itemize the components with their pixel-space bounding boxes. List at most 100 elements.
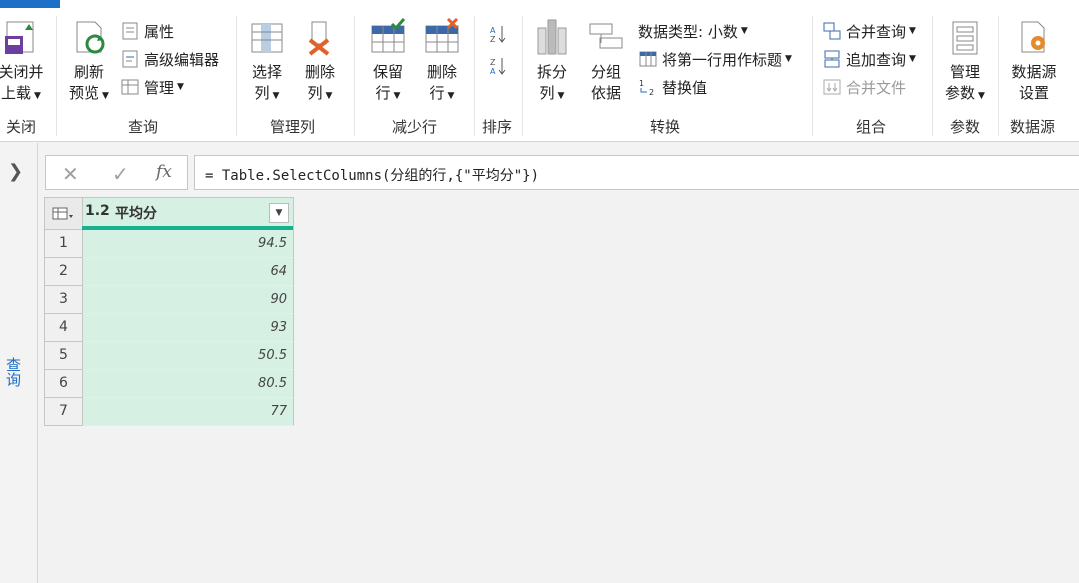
row-number[interactable]: 5 (44, 342, 83, 370)
split-column-label-1: 拆分 (536, 63, 567, 81)
manage-label: 管理 (144, 78, 175, 97)
row-number[interactable]: 2 (44, 258, 83, 286)
choose-columns-label-1: 选择 (251, 63, 282, 81)
append-queries-button[interactable]: 追加查询 ▼ (822, 47, 916, 71)
remove-rows-button[interactable]: 删除 行 ▼ (418, 18, 466, 107)
append-queries-icon (824, 50, 840, 68)
split-column-icon (537, 19, 567, 55)
group-label-reduce-rows: 减少行 (392, 118, 438, 136)
replace-values-button[interactable]: 12 替换值 (638, 75, 707, 99)
append-queries-label: 追加查询 (846, 50, 907, 69)
properties-icon (122, 22, 138, 40)
ribbon-tab-strip (0, 0, 1079, 8)
table-cell[interactable]: 80.5 (83, 370, 294, 398)
table-cell[interactable]: 93 (83, 314, 294, 342)
close-icon[interactable]: ✕ (62, 162, 79, 186)
table-cell[interactable]: 94.5 (83, 230, 294, 258)
keep-rows-icon (371, 18, 406, 53)
group-label-parameters: 参数 (950, 118, 981, 136)
column-type-label[interactable]: 1.2 (85, 203, 110, 219)
table-cell[interactable]: 64 (83, 258, 294, 286)
remove-columns-button[interactable]: 删除 列 ▼ (298, 18, 342, 107)
merge-queries-button[interactable]: 合并查询 ▼ (822, 19, 916, 43)
table-icon (121, 79, 139, 95)
chevron-right-icon[interactable]: ❯ (8, 161, 23, 182)
advanced-editor-label: 高级编辑器 (144, 50, 220, 69)
row-number[interactable]: 7 (44, 398, 83, 426)
split-column-button[interactable]: 拆分 列 ▼ (530, 18, 574, 107)
check-icon[interactable]: ✓ (112, 162, 129, 186)
tab-home[interactable] (0, 0, 60, 8)
data-source-label-1: 数据源 (1011, 63, 1057, 81)
ribbon: 关闭并 上载 ▼ 刷新 预览 ▼ 属性 高级编辑器 管理 ▼ 选择 列 ▼ 删除… (0, 8, 1079, 142)
keep-rows-button[interactable]: 保留 行 ▼ (364, 18, 412, 107)
sort-ascending-button[interactable]: AZ (488, 22, 512, 46)
close-load-icon (5, 21, 34, 54)
parameters-icon (952, 21, 978, 55)
fx-icon[interactable]: fx (156, 162, 172, 182)
table-cell[interactable]: 50.5 (83, 342, 294, 370)
group-separator (354, 16, 355, 136)
svg-text:Z: Z (490, 35, 496, 44)
advanced-editor-button[interactable]: 高级编辑器 (120, 47, 219, 71)
sort-descending-button[interactable]: ZA (488, 54, 512, 78)
group-separator (998, 16, 999, 136)
group-by-icon (589, 23, 623, 49)
queries-pane: ❯ 查询 (0, 143, 38, 583)
group-by-button[interactable]: 分组 依据 (584, 18, 628, 104)
group-separator (812, 16, 813, 136)
refresh-icon (76, 21, 105, 54)
table-menu-button[interactable] (44, 197, 83, 230)
advanced-editor-icon (122, 50, 138, 68)
combine-files-label: 合并文件 (846, 78, 907, 97)
row-number[interactable]: 6 (44, 370, 83, 398)
refresh-preview-button[interactable]: 刷新 预览 ▼ (64, 18, 114, 107)
keep-rows-label-2: 行 ▼ (375, 84, 401, 102)
row-number[interactable]: 3 (44, 286, 83, 314)
manage-button[interactable]: 管理 ▼ (120, 75, 184, 99)
chevron-down-icon[interactable]: ▼ (269, 203, 289, 223)
remove-rows-icon (425, 18, 459, 53)
column-name: 平均分 (115, 206, 157, 222)
choose-columns-label-2: 列 ▼ (254, 84, 280, 102)
remove-columns-icon (308, 21, 330, 56)
group-separator (56, 16, 57, 136)
data-source-label-2: 设置 (1018, 84, 1049, 102)
queries-pane-label[interactable]: 查询 (4, 357, 24, 387)
manage-params-label-2: 参数 ▼ (945, 84, 985, 102)
properties-label: 属性 (144, 22, 175, 41)
data-type-dropdown[interactable]: 数据类型: 小数 ▼ (638, 19, 748, 43)
group-by-label-2: 依据 (590, 84, 621, 102)
group-by-label-1: 分组 (590, 63, 621, 81)
formula-input[interactable]: = Table.SelectColumns(分组的行,{"平均分"}) (194, 155, 1079, 190)
remove-columns-label-1: 删除 (304, 63, 335, 81)
choose-columns-button[interactable]: 选择 列 ▼ (245, 18, 289, 107)
close-load-label-2: 上载 ▼ (1, 84, 41, 102)
manage-parameters-button[interactable]: 管理 参数 ▼ (940, 18, 990, 107)
split-column-label-2: 列 ▼ (539, 84, 565, 102)
close-and-load-button[interactable]: 关闭并 上载 ▼ (0, 18, 48, 107)
group-label-transform: 转换 (650, 118, 681, 136)
group-separator (474, 16, 475, 136)
combine-files-icon (823, 79, 841, 95)
table-cell[interactable]: 77 (83, 398, 294, 426)
row-number[interactable]: 1 (44, 230, 83, 258)
column-header[interactable]: 1.2 平均分 ▼ (82, 197, 294, 230)
merge-queries-icon (823, 22, 841, 40)
group-label-data-source: 数据源 (1010, 118, 1056, 136)
svg-text:1: 1 (639, 79, 644, 88)
keep-rows-label-1: 保留 (372, 63, 403, 81)
sort-descending-icon: ZA (490, 58, 506, 76)
properties-button[interactable]: 属性 (120, 19, 174, 43)
data-source-settings-button[interactable]: 数据源 设置 (1006, 18, 1062, 104)
refresh-label-2: 预览 ▼ (69, 84, 109, 102)
row-number[interactable]: 4 (44, 314, 83, 342)
refresh-label-1: 刷新 (73, 63, 104, 81)
group-label-query: 查询 (128, 118, 159, 136)
gear-icon (1021, 21, 1045, 53)
table-icon (52, 207, 73, 220)
use-first-row-button[interactable]: 将第一行用作标题 ▼ (638, 47, 792, 71)
group-label-sort: 排序 (482, 118, 513, 136)
group-separator (522, 16, 523, 136)
table-cell[interactable]: 90 (83, 286, 294, 314)
